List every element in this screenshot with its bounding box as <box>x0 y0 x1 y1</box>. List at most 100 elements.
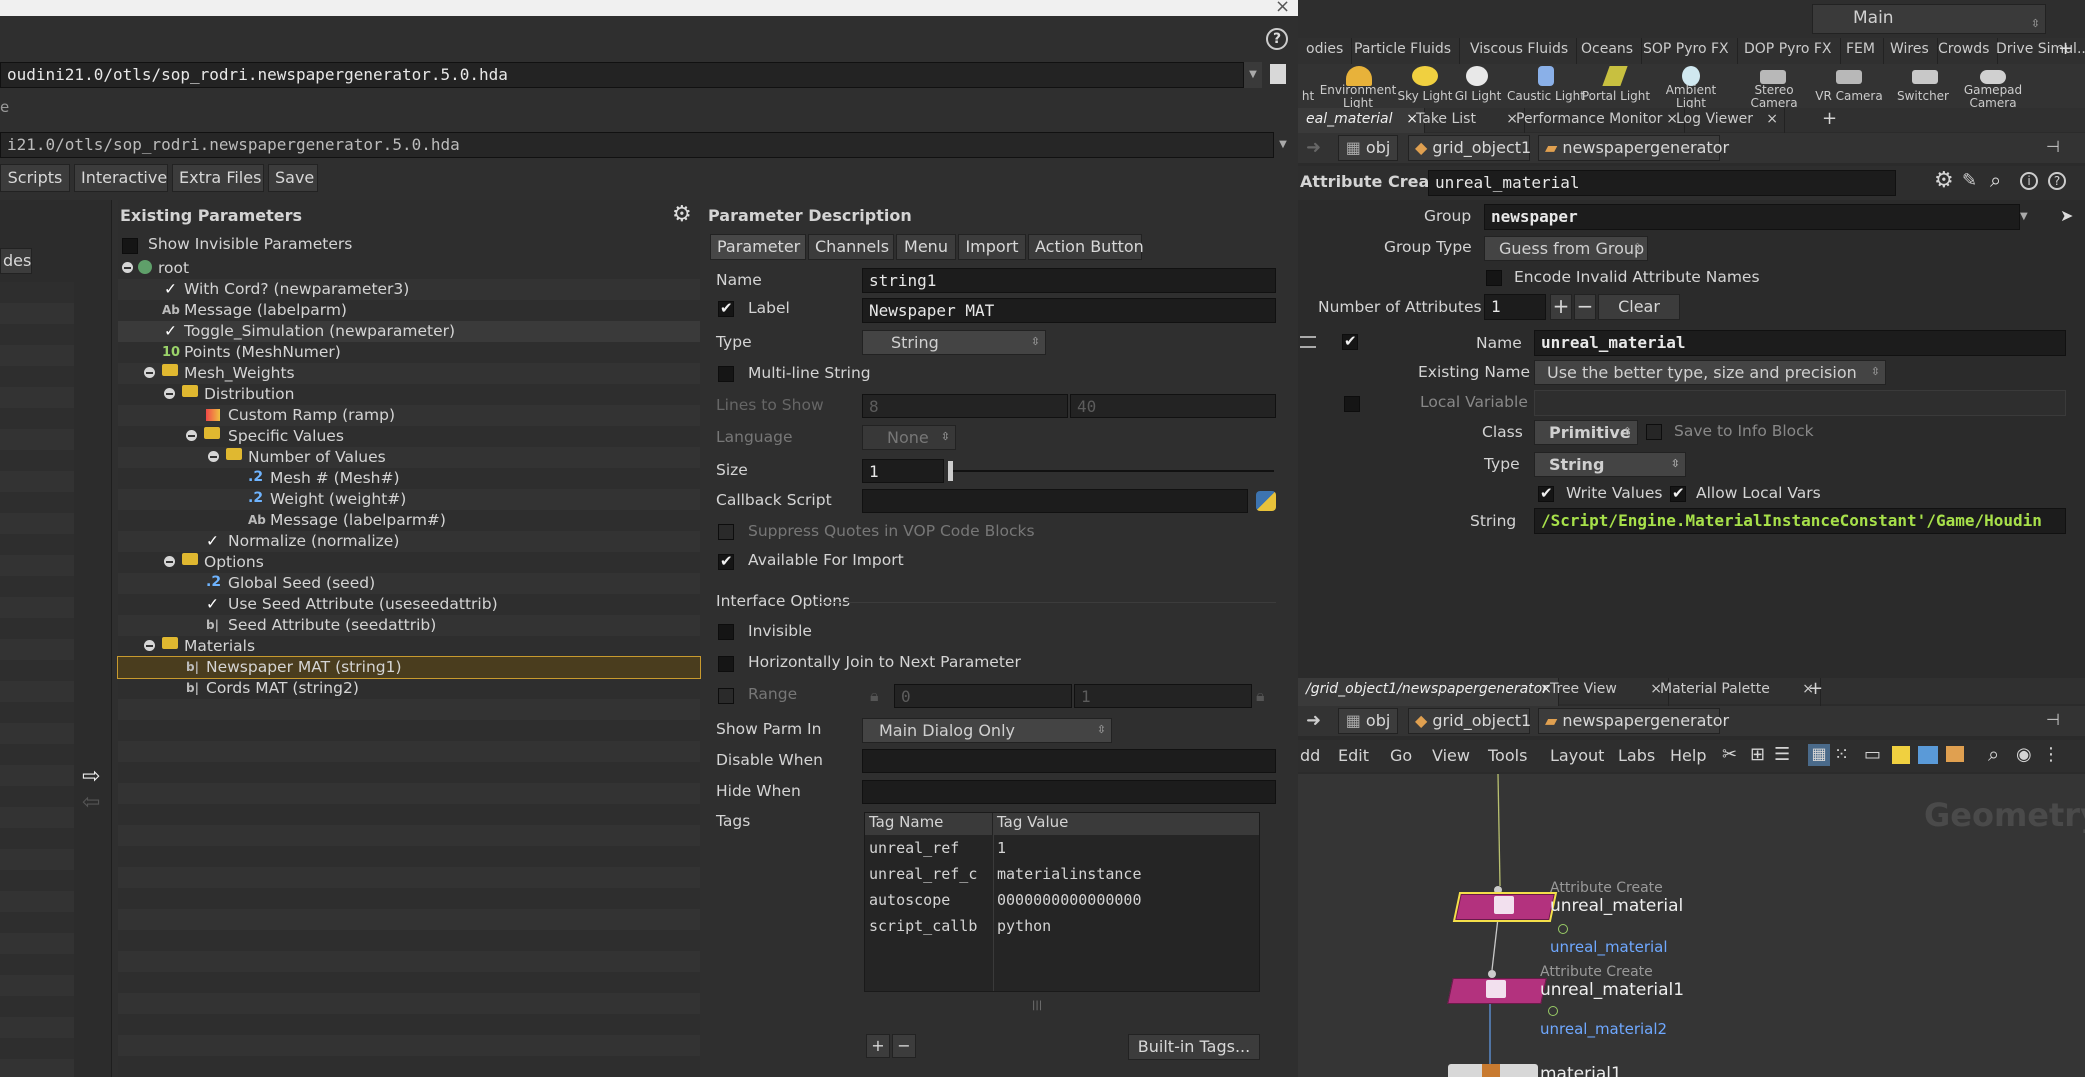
tab-extra-files[interactable]: Extra Files <box>172 164 264 192</box>
node-name-field[interactable]: unreal_material <box>1428 170 1896 196</box>
brush-icon[interactable]: ✎ <box>1962 170 1977 191</box>
group-type-select[interactable]: Guess from Group ⇳ <box>1484 236 1648 261</box>
menu-help[interactable]: Help <box>1670 746 1706 765</box>
path-grid-object[interactable]: ◆ grid_object1 <box>1408 135 1531 161</box>
slider-handle[interactable] <box>948 461 953 481</box>
tab-action-button[interactable]: Action Button <box>1028 234 1144 260</box>
tree-layout-icon[interactable]: ⊞ <box>1750 744 1765 765</box>
caustic-light-icon[interactable] <box>1538 66 1554 86</box>
show-invisible-checkbox[interactable] <box>122 238 138 254</box>
path-obj[interactable]: ▦ obj <box>1338 135 1398 161</box>
existing-name-select[interactable]: Use the better type, size and precision ⇳ <box>1534 360 1886 385</box>
tab-parameter[interactable]: Parameter <box>710 234 806 260</box>
tag-value-cell[interactable]: 1 <box>997 839 1006 857</box>
gamepad-camera-icon[interactable] <box>1980 70 2006 84</box>
group-field[interactable]: newspaper <box>1484 204 2020 230</box>
add-shelf-icon[interactable]: + <box>2058 38 2073 59</box>
local-variable-checkbox[interactable] <box>1344 396 1360 412</box>
hjoin-checkbox[interactable] <box>718 656 734 672</box>
tree-row-param[interactable]: ✓ Normalize (normalize) <box>118 531 700 552</box>
tag-name-cell[interactable]: unreal_ref <box>869 839 959 857</box>
type-select[interactable]: String ⇳ <box>862 330 1046 355</box>
sticky-note-icon[interactable] <box>1892 746 1910 764</box>
name-field[interactable]: string1 <box>862 268 1276 293</box>
disable-when-field[interactable] <box>862 749 1276 773</box>
portal-light-icon[interactable] <box>1602 66 1628 86</box>
remove-tag-button[interactable]: − <box>892 1034 916 1058</box>
tree-row-param[interactable]: .2 Weight (weight#) <box>118 489 700 510</box>
more-icon[interactable]: ⋮ <box>2042 744 2060 765</box>
label-field[interactable]: Newspaper MAT <box>862 298 1276 323</box>
shelf-tool-label[interactable]: Stereo Camera <box>1734 84 1814 110</box>
file-browse-icon[interactable] <box>1270 64 1286 84</box>
tag-name-cell[interactable]: autoscope <box>869 891 950 909</box>
switcher-icon[interactable] <box>1912 70 1938 84</box>
hide-when-field[interactable] <box>862 780 1276 804</box>
select-arrow-icon[interactable]: ➤ <box>2060 206 2073 225</box>
tree-row-folder[interactable]: Options <box>118 552 700 573</box>
tree-row-param[interactable]: Custom Ramp (ramp) <box>118 405 700 426</box>
help-icon[interactable]: ? <box>2048 172 2066 190</box>
network-box-icon[interactable]: ▭ <box>1864 744 1881 765</box>
vr-camera-icon[interactable] <box>1836 70 1862 84</box>
menu-tools[interactable]: Tools <box>1488 746 1527 765</box>
menu-edit[interactable]: Edit <box>1338 746 1369 765</box>
python-icon[interactable] <box>1256 491 1276 511</box>
clear-button[interactable]: Clear <box>1598 294 1680 320</box>
num-attributes-field[interactable]: 1 <box>1484 294 1546 320</box>
add-tag-button[interactable]: + <box>866 1034 890 1058</box>
tools-icon[interactable]: ✂ <box>1722 744 1737 765</box>
tab-scripts[interactable]: Scripts <box>0 164 70 192</box>
library-path-field[interactable]: oudini21.0/otls/sop_rodri.newspapergener… <box>0 62 1244 88</box>
tab-menu[interactable]: Menu <box>896 234 956 260</box>
menu-view[interactable]: View <box>1432 746 1470 765</box>
tag-value-cell[interactable]: 0000000000000000 <box>997 891 1142 909</box>
gi-light-icon[interactable] <box>1466 66 1488 86</box>
group-dropdown-icon[interactable]: ▼ <box>2020 204 2036 230</box>
path-obj[interactable]: ▦ obj <box>1338 708 1398 734</box>
attribute-enable-checkbox[interactable] <box>1342 332 1358 350</box>
tab-save[interactable]: Save <box>268 164 318 192</box>
attribute-name-field[interactable]: unreal_material <box>1534 330 2066 356</box>
desktop-select[interactable]: Main ⇳ <box>1812 4 2046 34</box>
tree-row-folder[interactable]: Materials <box>118 636 700 657</box>
asset-icon[interactable] <box>1946 746 1964 762</box>
sky-light-icon[interactable] <box>1412 66 1438 86</box>
shelf-tool-label[interactable]: VR Camera <box>1809 90 1889 103</box>
pin-icon[interactable]: ⊣ <box>2046 710 2060 729</box>
add-param-arrow-icon[interactable]: ⇨ <box>82 764 100 789</box>
path-newspapergenerator[interactable]: ▰ newspapergenerator <box>1538 708 1729 734</box>
tree-row-param[interactable]: Ab Message (labelparm) <box>118 300 700 321</box>
menu-go[interactable]: Go <box>1390 746 1412 765</box>
remove-param-arrow-icon[interactable]: ⇦ <box>82 790 100 815</box>
menu-add[interactable]: dd <box>1300 746 1320 765</box>
path-newspapergenerator[interactable]: ▰ newspapergenerator <box>1538 135 1729 161</box>
remove-attribute-button[interactable]: − <box>1574 294 1596 320</box>
gear-icon[interactable]: ⚙ <box>672 202 692 227</box>
available-import-checkbox[interactable] <box>718 552 734 570</box>
list-icon[interactable]: ☰ <box>1774 744 1790 765</box>
menu-layout[interactable]: Layout <box>1550 746 1604 765</box>
tags-table[interactable]: Tag Name Tag Value unreal_ref 1 unreal_r… <box>864 812 1260 992</box>
tab-interactive[interactable]: Interactive <box>74 164 168 192</box>
shelf-tool-label[interactable]: Gamepad Camera <box>1953 84 2033 110</box>
tree-row-param[interactable]: ✓ Use Seed Attribute (useseedattrib) <box>118 594 700 615</box>
gear-icon[interactable]: ⚙ <box>1934 168 1954 193</box>
tree-row-param[interactable]: ✓ Toggle_Simulation (newparameter) <box>118 321 700 342</box>
menu-labs[interactable]: Labs <box>1618 746 1655 765</box>
grid-view-icon[interactable]: ▦ <box>1808 744 1830 766</box>
node-input-port[interactable] <box>1488 970 1496 978</box>
tree-row-folder[interactable]: Distribution <box>118 384 700 405</box>
encode-invalid-checkbox[interactable] <box>1486 270 1502 286</box>
tree-row-param[interactable]: .2 Mesh # (Mesh#) <box>118 468 700 489</box>
tab-channels[interactable]: Channels <box>808 234 894 260</box>
search-icon[interactable]: ⌕ <box>1990 168 2001 192</box>
allow-local-vars-checkbox[interactable] <box>1670 484 1686 502</box>
display-options-icon[interactable]: ◉ <box>2016 744 2032 765</box>
dialog-close-button[interactable]: × <box>1275 0 1290 17</box>
tags-scroll-handle[interactable]: ||| <box>1032 1000 1052 1014</box>
class-select[interactable]: Primitive ⇳ <box>1534 420 1638 445</box>
tree-row-param[interactable]: .2 Global Seed (seed) <box>118 573 700 594</box>
tree-row-param[interactable]: b| Cords MAT (string2) <box>118 678 700 699</box>
size-field[interactable]: 1 <box>862 459 944 483</box>
